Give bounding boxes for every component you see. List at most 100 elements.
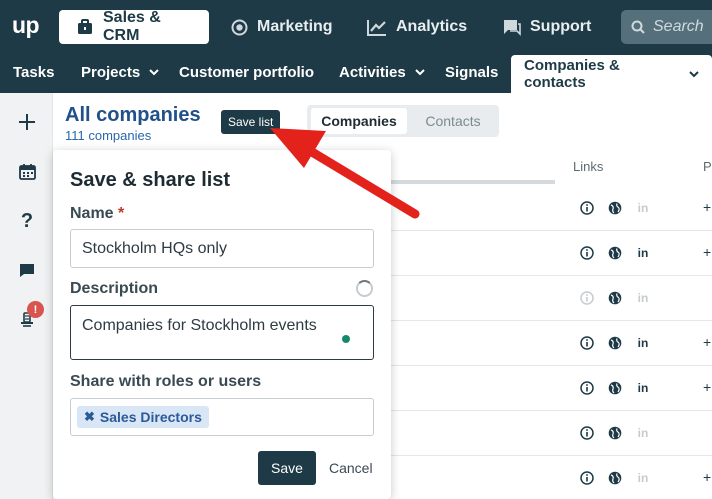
topnav-label: Support [530, 18, 592, 35]
linkedin-icon[interactable]: in [636, 246, 650, 260]
subnav-label: Signals [445, 64, 499, 81]
subnav-label: Projects [81, 64, 141, 81]
table-row-links: in [580, 336, 664, 350]
add-icon[interactable]: + [703, 469, 711, 485]
linkedin-icon[interactable]: in [636, 426, 650, 440]
calendar-icon[interactable] [16, 160, 38, 182]
name-label: Name * [70, 205, 124, 223]
table-row-links: in [580, 246, 664, 260]
row-separator [391, 410, 712, 411]
row-separator [391, 455, 712, 456]
save-share-popover: Save & share list Name * Stockholm HQs o… [53, 150, 391, 499]
alert-badge: ! [27, 301, 44, 318]
popover-title: Save & share list [70, 169, 231, 191]
chip-label: Sales Directors [99, 409, 202, 425]
subnav-companies-contacts[interactable]: Companies & contacts [511, 55, 712, 93]
info-icon[interactable] [580, 471, 594, 485]
search-icon [631, 20, 645, 34]
add-icon[interactable]: + [703, 199, 711, 215]
linkedin-icon[interactable]: in [636, 471, 650, 485]
chevron-down-icon [414, 69, 425, 76]
row-separator [391, 365, 712, 366]
column-header-p[interactable]: P [703, 159, 712, 174]
topnav-label: Analytics [396, 18, 468, 35]
save-list-button[interactable]: Save list [221, 110, 281, 134]
globe-icon[interactable] [608, 471, 622, 485]
linkedin-icon[interactable]: in [636, 291, 650, 305]
name-field[interactable]: Stockholm HQs only [70, 229, 374, 268]
description-field[interactable]: Companies for Stockholm events [70, 305, 374, 360]
sub-nav: Tasks Projects Customer portfolio Activi… [0, 52, 712, 93]
topnav-sales-crm[interactable]: Sales & CRM [59, 9, 209, 44]
column-header-links[interactable]: Links [573, 159, 603, 174]
left-rail: ? [0, 93, 53, 499]
topnav-analytics[interactable]: Analytics [367, 10, 467, 44]
row-separator [391, 275, 712, 276]
help-icon[interactable]: ? [16, 210, 38, 232]
share-field[interactable]: ✖ Sales Directors [70, 398, 374, 436]
search-placeholder: Search [653, 18, 704, 35]
globe-icon[interactable] [608, 336, 622, 350]
table-row-links: in [580, 381, 664, 395]
chevron-down-icon [149, 69, 159, 76]
topnav-marketing[interactable]: Marketing [231, 10, 333, 44]
globe-icon[interactable] [608, 291, 622, 305]
add-icon[interactable]: + [703, 334, 711, 350]
share-chip[interactable]: ✖ Sales Directors [77, 406, 209, 428]
chevron-down-icon [689, 70, 699, 78]
name-label-text: Name [70, 205, 114, 222]
loading-spinner-icon [356, 280, 373, 297]
name-value: Stockholm HQs only [82, 239, 227, 257]
save-button[interactable]: Save [258, 451, 316, 485]
linkedin-icon[interactable]: in [636, 381, 650, 395]
remove-chip-icon[interactable]: ✖ [84, 409, 95, 425]
subnav-label: Activities [339, 64, 406, 81]
row-separator [391, 320, 712, 321]
table-row-links: in [580, 291, 664, 305]
topnav-label: Marketing [257, 18, 333, 35]
linkedin-icon[interactable]: in [636, 201, 650, 215]
chart-icon [367, 19, 387, 36]
info-icon[interactable] [580, 426, 594, 440]
page-title[interactable]: All companies [65, 104, 201, 127]
briefcase-icon [76, 18, 94, 36]
info-icon[interactable] [580, 381, 594, 395]
globe-icon[interactable] [608, 201, 622, 215]
subnav-activities[interactable]: Activities [339, 52, 425, 93]
subnav-customer-portfolio[interactable]: Customer portfolio [179, 52, 314, 93]
search-input[interactable]: Search [621, 10, 712, 44]
info-icon[interactable] [580, 246, 594, 260]
topnav-support[interactable]: Support [502, 10, 591, 44]
app-logo[interactable]: up [12, 12, 40, 39]
tab-contacts[interactable]: Contacts [411, 108, 495, 134]
tab-companies[interactable]: Companies [311, 108, 407, 134]
info-icon[interactable] [580, 201, 594, 215]
target-icon [231, 19, 248, 36]
subnav-label: Tasks [13, 64, 55, 81]
table-row-links: in [580, 426, 664, 440]
info-icon[interactable] [580, 336, 594, 350]
message-icon[interactable] [16, 259, 38, 281]
company-count: 111 companies [65, 128, 152, 143]
topnav-label: Sales & CRM [103, 9, 161, 44]
subnav-label: Companies & contacts [524, 57, 620, 91]
add-icon[interactable]: + [703, 244, 711, 260]
globe-icon[interactable] [608, 381, 622, 395]
chat-icon [502, 19, 521, 36]
plus-icon[interactable] [16, 111, 38, 133]
globe-icon[interactable] [608, 426, 622, 440]
grammar-status-icon[interactable] [342, 335, 350, 343]
subnav-tasks[interactable]: Tasks [13, 52, 54, 93]
table-row-links: in [580, 201, 664, 215]
subnav-signals[interactable]: Signals [445, 52, 498, 93]
linkedin-icon[interactable]: in [636, 336, 650, 350]
subnav-projects[interactable]: Projects [81, 52, 159, 93]
description-label: Description [70, 280, 159, 297]
cancel-button[interactable]: Cancel [329, 460, 373, 476]
top-bar: up Sales & CRM Marketing Analytics Suppo… [0, 0, 712, 52]
info-icon[interactable] [580, 291, 594, 305]
subnav-label: Customer portfolio [179, 64, 314, 81]
column-resize-bar [391, 180, 555, 184]
globe-icon[interactable] [608, 246, 622, 260]
add-icon[interactable]: + [703, 379, 711, 395]
